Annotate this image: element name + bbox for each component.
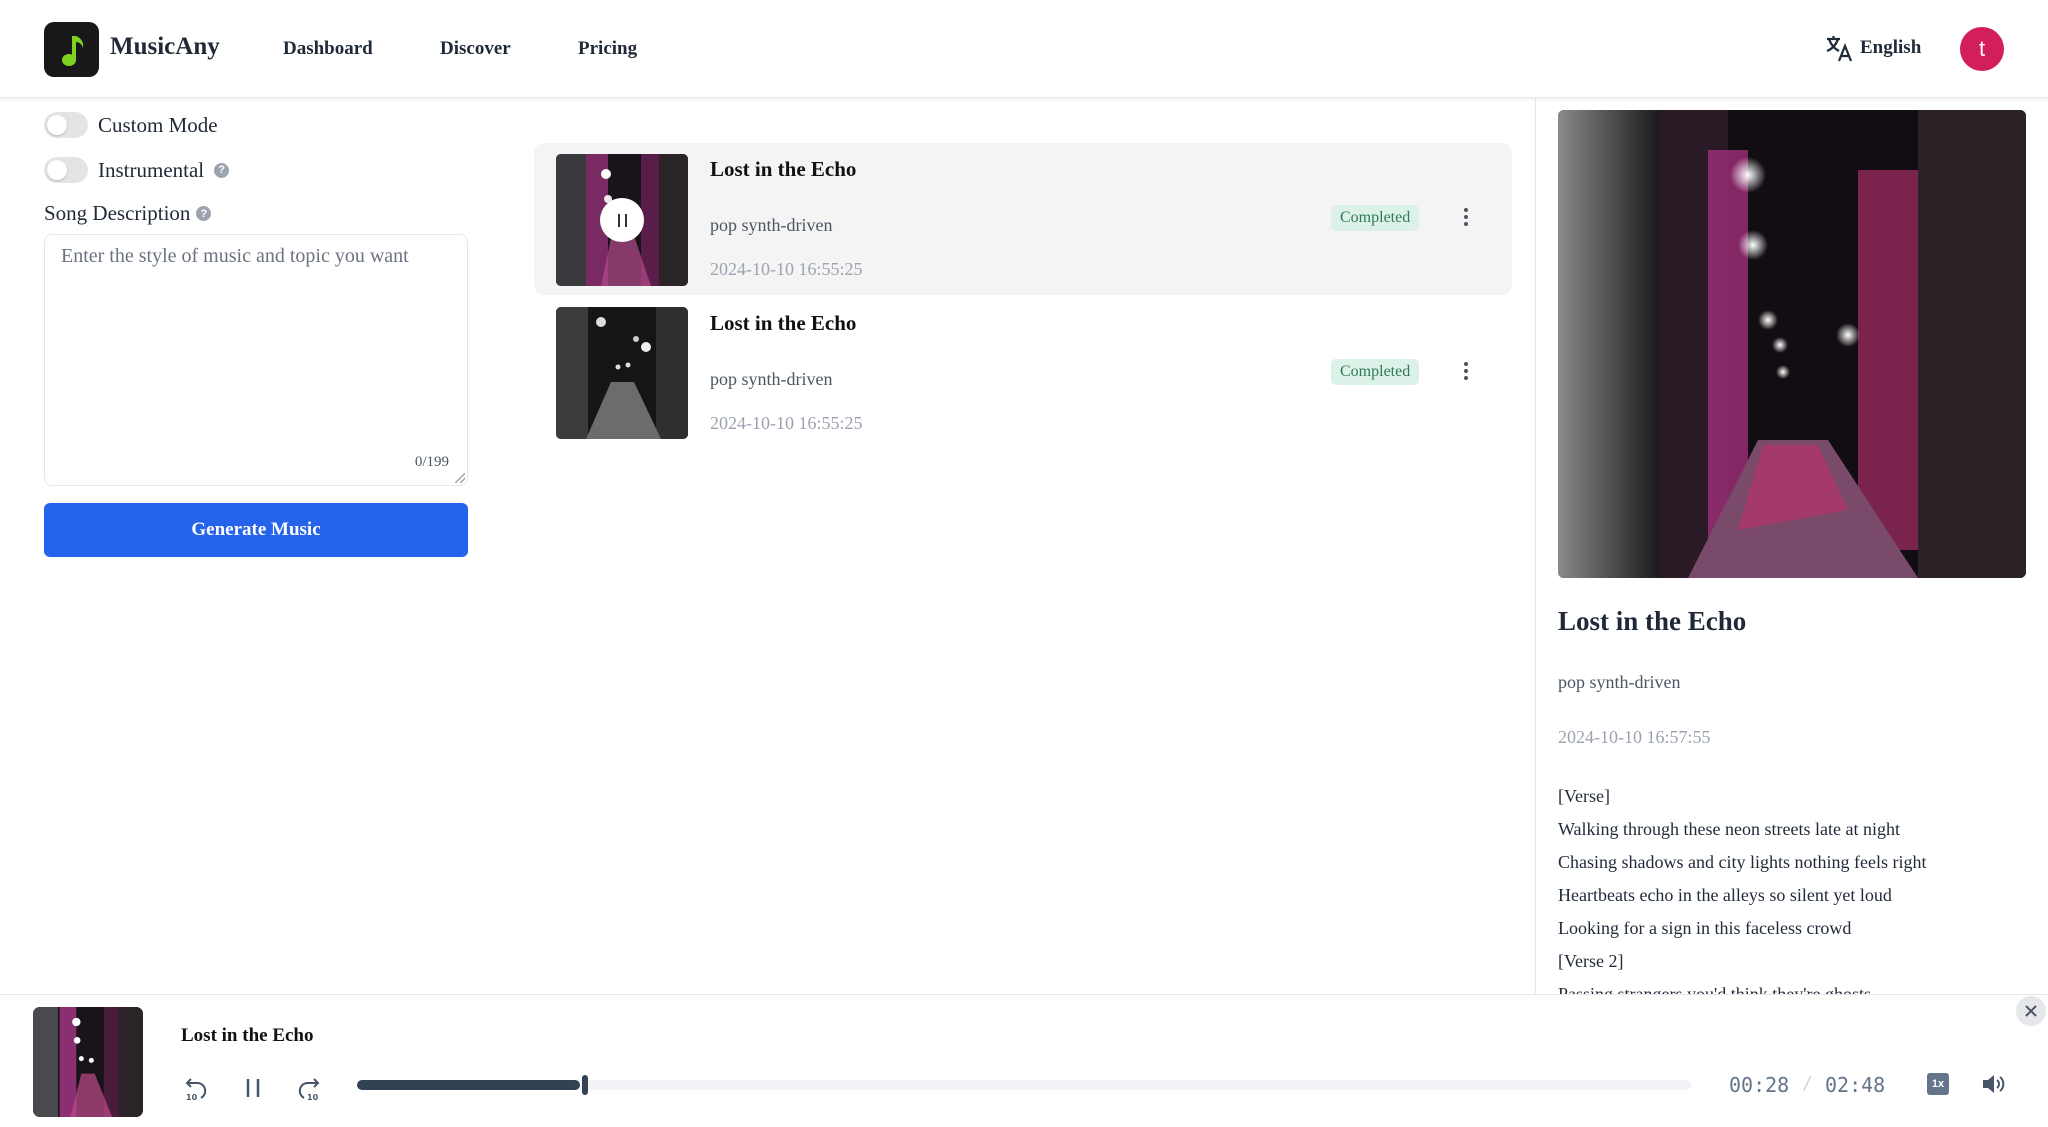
song-title: Lost in the Echo (710, 157, 857, 181)
close-icon (2025, 1005, 2037, 1017)
song-title: Lost in the Echo (710, 311, 857, 335)
lyric-line: [Verse 2] (1558, 951, 1624, 971)
rewind-10-icon: 10 (185, 1078, 207, 1102)
time-separator: / (1802, 1073, 1813, 1094)
song-description-text: Song Description (44, 201, 191, 225)
nav-dashboard[interactable]: Dashboard (283, 38, 373, 60)
rewind-10-button[interactable]: 10 (180, 1071, 214, 1105)
detail-style: pop synth-driven (1558, 672, 1681, 692)
language-label: English (1860, 37, 1922, 58)
translate-icon (1826, 36, 1853, 62)
current-time: 00:28 (1729, 1073, 1790, 1097)
progress-handle[interactable] (582, 1075, 588, 1095)
custom-mode-toggle[interactable] (44, 112, 88, 138)
lyric-line: Looking for a sign in this faceless crow… (1558, 918, 1852, 938)
close-player-button[interactable] (2016, 996, 2046, 1026)
pause-button[interactable] (600, 198, 644, 242)
detail-date: 2024-10-10 16:57:55 (1558, 727, 1711, 747)
detail-cover-image (1558, 110, 2026, 578)
song-date: 2024-10-10 16:55:25 (710, 259, 863, 279)
resize-handle[interactable] (455, 473, 465, 483)
song-style: pop synth-driven (710, 215, 833, 235)
top-nav: MusicAny Dashboard Discover Pricing Engl… (0, 0, 2048, 98)
custom-mode-label: Custom Mode (98, 112, 218, 137)
music-note-icon (61, 35, 83, 66)
instrumental-row: Instrumental ? (44, 157, 230, 183)
audio-player: Lost in the Echo 10 10 00:28 / 02:48 1x (0, 994, 2048, 1127)
progress-bar[interactable] (357, 1075, 1691, 1095)
lyrics: [Verse] Walking through these neon stree… (1558, 780, 2028, 994)
player-title: Lost in the Echo (181, 1025, 314, 1046)
logo[interactable] (44, 22, 99, 77)
help-icon[interactable]: ? (214, 162, 230, 178)
brand-name[interactable]: MusicAny (110, 33, 220, 61)
instrumental-toggle[interactable] (44, 157, 88, 183)
generate-music-button[interactable]: Generate Music (44, 503, 468, 557)
detail-title: Lost in the Echo (1558, 606, 1747, 636)
volume-icon (1983, 1075, 2005, 1093)
custom-mode-row: Custom Mode (44, 112, 218, 138)
playback-speed-button[interactable]: 1x (1927, 1073, 1949, 1095)
song-item[interactable]: Lost in the Echo pop synth-driven 2024-1… (534, 143, 1512, 295)
panel-divider (1535, 98, 1536, 994)
user-avatar[interactable]: t (1960, 27, 2004, 71)
progress-fill (357, 1080, 580, 1090)
char-counter: 0/199 (414, 454, 449, 470)
instrumental-label: Instrumental (98, 157, 205, 182)
duration: 02:48 (1825, 1073, 1886, 1097)
song-date: 2024-10-10 16:55:25 (710, 413, 863, 433)
status-badge: Completed (1331, 359, 1420, 385)
more-options-icon[interactable] (1456, 205, 1476, 229)
help-icon[interactable]: ? (196, 206, 212, 221)
nav-pricing[interactable]: Pricing (578, 38, 637, 60)
svg-text:10: 10 (307, 1093, 319, 1102)
pause-button[interactable] (236, 1071, 270, 1105)
volume-button[interactable] (1980, 1071, 2006, 1102)
svg-text:10: 10 (186, 1093, 198, 1102)
language-selector[interactable]: English (1824, 33, 1921, 63)
forward-10-button[interactable]: 10 (291, 1071, 325, 1105)
cover-image-bw (556, 307, 688, 439)
lyric-line: Walking through these neon streets late … (1558, 819, 1900, 839)
song-cover[interactable] (556, 154, 688, 286)
lyric-line: Chasing shadows and city lights nothing … (1558, 852, 1927, 872)
song-description-box: 0/199 (44, 234, 468, 486)
forward-10-icon: 10 (298, 1078, 320, 1102)
song-description-label: Song Description ? (44, 201, 212, 226)
song-cover[interactable] (556, 307, 688, 439)
song-description-input[interactable] (45, 235, 467, 485)
lyric-line: Heartbeats echo in the alleys so silent … (1558, 885, 1892, 905)
pause-icon (246, 1079, 260, 1097)
status-badge: Completed (1331, 205, 1420, 231)
song-style: pop synth-driven (710, 369, 833, 389)
player-cover (33, 1007, 143, 1117)
lyric-line: Passing strangers you'd think they're gh… (1558, 984, 1871, 994)
nav-discover[interactable]: Discover (440, 38, 511, 60)
lyric-line: [Verse] (1558, 786, 1610, 806)
song-item[interactable]: Lost in the Echo pop synth-driven 2024-1… (534, 297, 1512, 449)
more-options-icon[interactable] (1456, 359, 1476, 383)
